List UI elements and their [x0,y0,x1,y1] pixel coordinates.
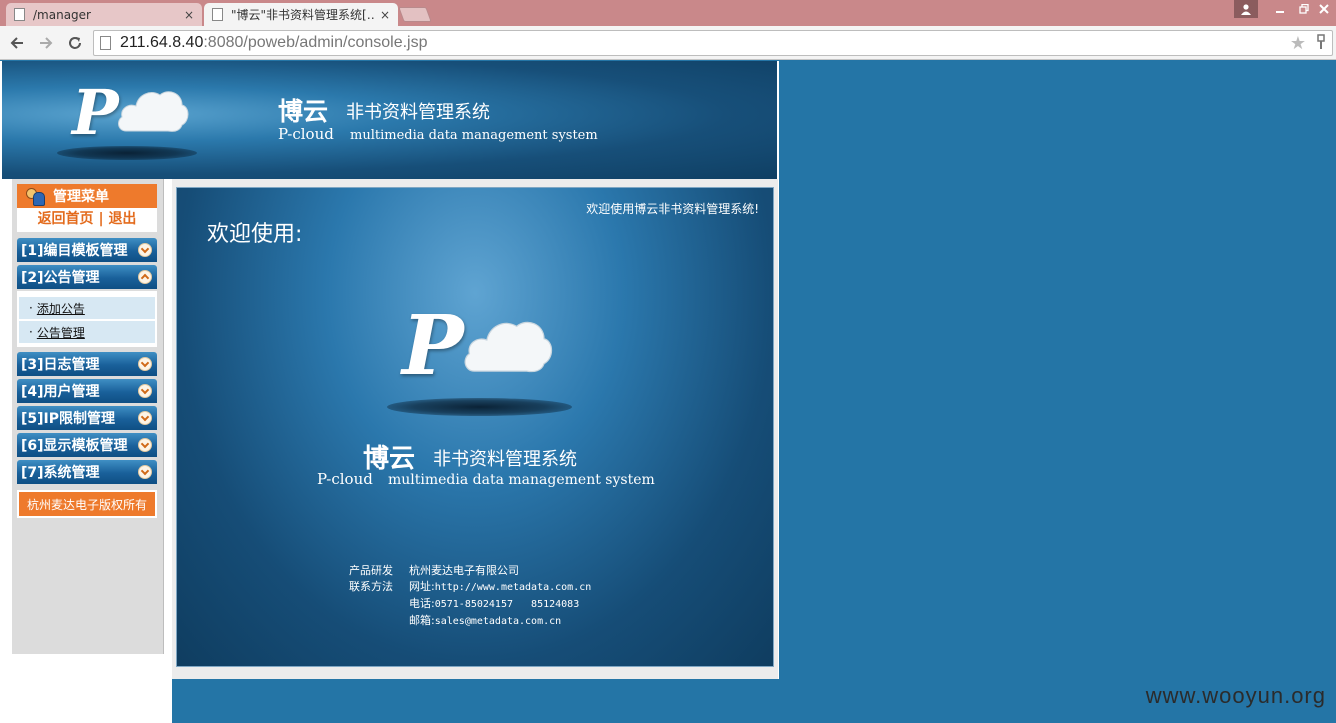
phone-label: 电话: [409,597,435,610]
contact-labels: 产品研发 联系方法 [349,563,393,595]
copyright-text: 杭州麦达电子版权所有 [19,492,155,516]
brand-subtitle-cn: 非书资料管理系统 [433,449,577,470]
chevron-down-icon [138,438,152,452]
forward-icon[interactable] [35,32,57,54]
sidebar-item-label: [2]公告管理 [21,270,100,286]
watermark: www.wooyun.org [1145,683,1326,708]
tab-title: "博云"非书资料管理系统[… [231,8,376,22]
user-icon[interactable] [1234,0,1258,18]
chevron-down-icon [138,465,152,479]
link-separator: | [98,211,104,227]
page-viewport: P 博云 非书资料管理系统 P-cloud multimedia data ma… [0,61,1336,723]
submenu-item-label: 公告管理 [36,325,85,340]
brand-subtitle-en: multimedia data management system [350,128,598,143]
tab-title: /manager [33,7,91,22]
dev-label: 产品研发 [349,564,393,577]
web-label: 网址: [409,580,435,593]
site-header-banner: P 博云 非书资料管理系统 P-cloud multimedia data ma… [2,61,777,179]
page-icon [212,8,223,21]
close-icon[interactable] [1313,0,1335,18]
welcome-panel: 欢迎使用博云非书资料管理系统! 欢迎使用: P 博云 非书资料管理系统 P-cl… [176,187,774,667]
sidebar-item-ip-restrictions[interactable]: [5]IP限制管理 [17,406,157,430]
sidebar-item-users[interactable]: [4]用户管理 [17,379,157,403]
bullet: · [29,301,33,315]
submenu-item-label: 添加公告 [36,301,85,316]
browser-toolbar: 211.64.8.40 :8080/poweb/admin/console.js… [0,26,1336,60]
sidebar-item-system[interactable]: [7]系统管理 [17,460,157,484]
cloud-icon [464,321,553,373]
logo-p-letter: P [402,298,464,394]
sidebar-item-logs[interactable]: [3]日志管理 [17,352,157,376]
chevron-down-icon [138,357,152,371]
web-link[interactable]: http://www.metadata.com.cn [435,582,592,593]
tab-manager[interactable]: /manager × [6,3,202,26]
logo-p-letter: P [72,76,119,149]
chevron-down-icon [138,384,152,398]
contact-values: 杭州麦达电子有限公司 网址:http://www.metadata.com.cn… [409,563,591,630]
brand-name-cn: 博云 [278,97,329,126]
brand-subtitle-en: multimedia data management system [388,472,655,488]
announcements-submenu: · 添加公告 · 公告管理 [17,291,157,347]
sidebar-item-label: [4]用户管理 [21,384,100,400]
dev-value: 杭州麦达电子有限公司 [409,564,519,577]
logo-shadow [387,398,572,416]
chevron-down-icon [138,411,152,425]
chevron-down-icon [138,243,152,257]
sidebar-item-label: [3]日志管理 [21,357,100,373]
tab-strip: /manager × "博云"非书资料管理系统[… × [0,0,1336,26]
bullet: · [29,325,33,339]
mail-label: 邮箱: [409,614,435,627]
welcome-banner-text: 欢迎使用博云非书资料管理系统! [586,202,759,216]
mail-link[interactable]: sales@metadata.com.cn [435,616,561,627]
sidebar-item-label: [7]系统管理 [21,465,100,481]
content-frame: 欢迎使用博云非书资料管理系统! 欢迎使用: P 博云 非书资料管理系统 P-cl… [172,179,778,679]
cloud-icon [118,91,189,132]
welcome-heading: 欢迎使用: [207,222,303,247]
menu-links: 返回首页 | 退出 [17,208,157,232]
menu-header-label: 管理菜单 [53,189,109,205]
contact-label: 联系方法 [349,580,393,593]
brand-name-en: P-cloud [317,470,373,488]
menu-header: 管理菜单 [17,184,157,208]
chevron-up-icon [138,270,152,284]
logout-link[interactable]: 退出 [108,211,136,227]
page-icon [14,8,25,21]
url-host: 211.64.8.40 [120,34,204,51]
phone-value: 0571-85024157 85124083 [434,599,580,610]
home-link[interactable]: 返回首页 [38,211,94,227]
tab-console[interactable]: "博云"非书资料管理系统[… × [204,3,398,26]
extension-icon[interactable] [1316,34,1326,54]
copyright-box: 杭州麦达电子版权所有 [17,490,157,518]
submenu-item-add-announcement[interactable]: · 添加公告 [19,297,155,319]
minimize-icon[interactable] [1268,0,1292,18]
submenu-item-manage-announcements[interactable]: · 公告管理 [19,321,155,343]
sidebar-item-label: [5]IP限制管理 [21,411,116,427]
admin-sidebar: 管理菜单 返回首页 | 退出 [1]编目模板管理 [2]公告管理 · 添加公告 … [12,179,164,654]
star-icon[interactable]: ★ [1290,33,1306,54]
new-tab-button[interactable] [398,7,432,22]
sidebar-item-label: [1]编目模板管理 [21,243,128,259]
page-icon [100,36,111,50]
brand-name-en: P-cloud [278,125,334,143]
tab-close-icon[interactable]: × [184,8,194,22]
sidebar-item-catalog-template[interactable]: [1]编目模板管理 [17,238,157,262]
sidebar-item-display-templates[interactable]: [6]显示模板管理 [17,433,157,457]
reload-icon[interactable] [64,32,86,54]
users-icon [25,187,45,206]
sidebar-item-announcements[interactable]: [2]公告管理 [17,265,157,289]
back-icon[interactable] [6,32,28,54]
sidebar-item-label: [6]显示模板管理 [21,438,128,454]
address-bar[interactable]: 211.64.8.40 :8080/poweb/admin/console.js… [93,30,1333,56]
brand-subtitle-cn: 非书资料管理系统 [346,102,490,123]
tab-close-icon[interactable]: × [380,8,390,22]
url-path: :8080/poweb/admin/console.jsp [203,34,428,51]
